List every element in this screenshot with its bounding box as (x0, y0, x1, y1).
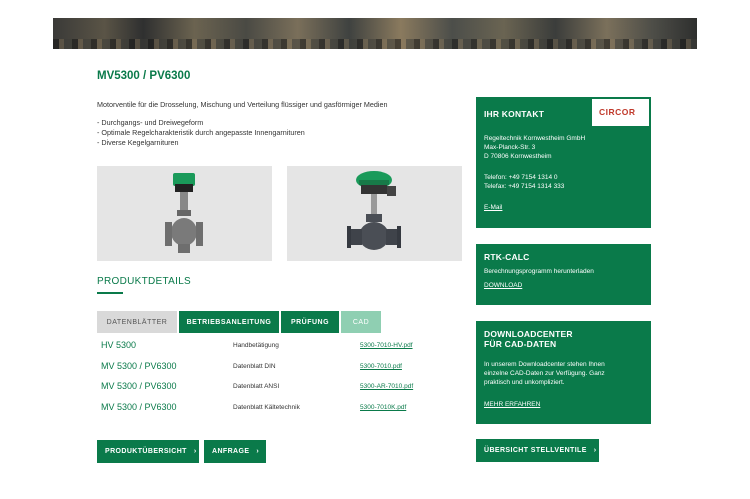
contact-title: IHR KONTAKT (484, 109, 545, 119)
tab-cad[interactable]: CAD (341, 311, 381, 333)
datasheet-name: MV 5300 / PV6300 (101, 402, 177, 412)
datasheet-file-link[interactable]: 5300-7010K.pdf (360, 404, 406, 411)
contact-street: Max-Planck-Str. 3 (484, 144, 536, 151)
chevron-right-icon: › (193, 448, 197, 455)
product-image-mv5300[interactable] (97, 166, 272, 261)
chevron-right-icon: › (256, 448, 260, 455)
datasheet-name: MV 5300 / PV6300 (101, 381, 177, 391)
rtk-calc-box: RTK-CALC Berechnungsprogramm herunterlad… (476, 244, 651, 305)
header-banner-image (53, 18, 697, 49)
inquiry-button[interactable]: ANFRAGE › (204, 440, 266, 463)
feature-item: Diverse Kegelgarnituren (97, 138, 305, 148)
datasheet-name: HV 5300 (101, 340, 137, 350)
downloadcenter-text-line1: In unserem Downloadcenter stehen Ihnen (484, 361, 605, 368)
chevron-right-icon: › (593, 447, 597, 454)
datasheet-row: MV 5300 / PV6300 Datenblatt Kältetechnik… (97, 402, 457, 416)
page-title: MV5300 / PV6300 (97, 70, 191, 82)
rtk-calc-text: Berechnungsprogramm herunterladen (484, 268, 594, 275)
downloadcenter-title-line1: DOWNLOADCENTER (484, 329, 573, 339)
downloadcenter-text-line2: einzelne CAD-Daten zur Verfügung. Ganz (484, 370, 605, 377)
valves-overview-button[interactable]: ÜBERSICHT STELLVENTILE › (476, 439, 599, 462)
downloadcenter-title-line2: FÜR CAD-DATEN (484, 339, 557, 349)
datasheet-description: Datenblatt Kältetechnik (233, 404, 300, 411)
contact-city: D 70806 Kornwestheim (484, 153, 552, 160)
product-intro: Motorventile für die Drosselung, Mischun… (97, 100, 388, 109)
tab-pruefung[interactable]: PRÜFUNG (281, 311, 339, 333)
datasheet-row: HV 5300 Handbetätigung 5300-7010-HV.pdf (97, 340, 457, 354)
downloadcenter-box: DOWNLOADCENTER FÜR CAD-DATEN In unserem … (476, 321, 651, 424)
rtk-calc-title: RTK-CALC (484, 252, 530, 262)
contact-company: Regeltechnik Kornwestheim GmbH (484, 135, 586, 142)
feature-list: Durchgangs- und Dreiwegeform Optimale Re… (97, 118, 305, 148)
datasheet-file-link[interactable]: 5300-7010.pdf (360, 363, 402, 370)
datasheet-description: Datenblatt DIN (233, 363, 276, 370)
downloadcenter-text-line3: praktisch und unkompliziert. (484, 379, 565, 386)
datasheet-file-link[interactable]: 5300-7010-HV.pdf (360, 342, 413, 349)
feature-item: Optimale Regelcharakteristik durch angep… (97, 128, 304, 138)
tab-datenblaetter[interactable]: DATENBLÄTTER (97, 311, 177, 333)
circor-logo: CIRCOR (592, 99, 649, 126)
pneumatic-valve-image (347, 171, 401, 250)
product-details-heading: PRODUKTDETAILS (97, 276, 192, 287)
datasheet-file-link[interactable]: 5300-AR-7010.pdf (360, 383, 413, 390)
control-valve-image (165, 173, 203, 253)
tab-betriebsanleitung[interactable]: BETRIEBSANLEITUNG (179, 311, 279, 333)
button-label: ANFRAGE (212, 448, 250, 455)
heading-underline (97, 292, 123, 294)
contact-phone: Telefon: +49 7154 1314 0 (484, 174, 558, 181)
feature-item: Durchgangs- und Dreiwegeform (97, 118, 305, 128)
datasheet-row: MV 5300 / PV6300 Datenblatt ANSI 5300-AR… (97, 381, 457, 395)
datasheet-description: Datenblatt ANSI (233, 383, 280, 390)
logo-text: CIRCOR (599, 107, 636, 117)
datasheet-description: Handbetätigung (233, 342, 279, 349)
download-link[interactable]: DOWNLOAD (484, 282, 522, 289)
product-overview-button[interactable]: PRODUKTÜBERSICHT › (97, 440, 199, 463)
learn-more-link[interactable]: MEHR ERFAHREN (484, 401, 540, 408)
datasheet-row: MV 5300 / PV6300 Datenblatt DIN 5300-701… (97, 361, 457, 375)
details-tabs: DATENBLÄTTER BETRIEBSANLEITUNG PRÜFUNG C… (97, 311, 381, 333)
contact-fax: Telefax: +49 7154 1314 333 (484, 183, 565, 190)
datasheet-name: MV 5300 / PV6300 (101, 361, 177, 371)
button-label: ÜBERSICHT STELLVENTILE (484, 447, 587, 454)
button-label: PRODUKTÜBERSICHT (105, 448, 187, 455)
contact-email-link[interactable]: E-Mail (484, 204, 502, 211)
product-image-pv6300[interactable] (287, 166, 462, 261)
